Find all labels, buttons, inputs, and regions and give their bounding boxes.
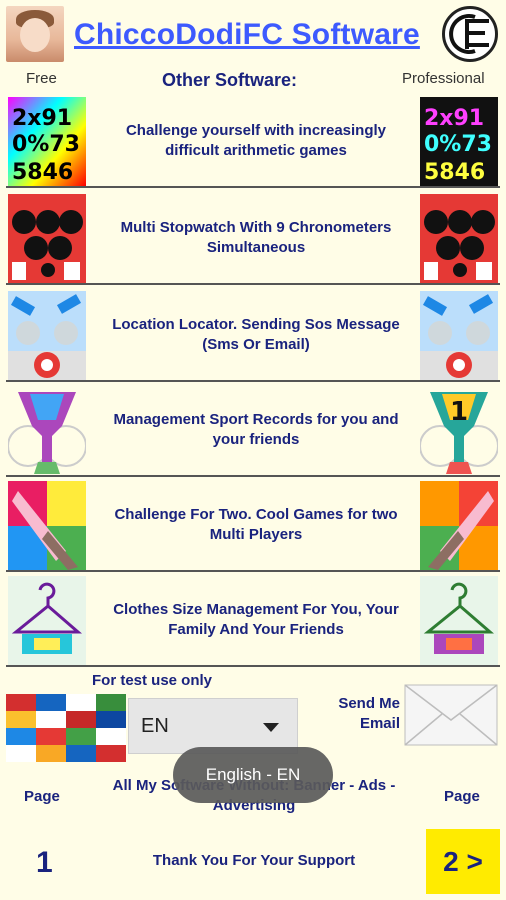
stopwatch-icon[interactable] [8, 194, 86, 283]
hanger-icon[interactable] [8, 576, 86, 665]
app-row-two-players: Challenge For Two. Cool Games for two Mu… [6, 477, 500, 572]
numbers-icon[interactable]: 2x91 0%73 5846 [420, 97, 498, 186]
send-email-label[interactable]: Send Me Email [330, 694, 400, 734]
hanger-icon[interactable] [420, 576, 498, 665]
column-label-other-software: Other Software: [162, 70, 298, 90]
svg-text:0%73: 0%73 [12, 132, 80, 157]
trophy-icon[interactable]: 1 [420, 386, 498, 475]
app-description: Multi Stopwatch With 9 Chronometers Simu… [120, 218, 392, 256]
trophy-icon[interactable] [8, 386, 86, 475]
finger-icon[interactable] [8, 481, 86, 570]
page-label: Page [444, 788, 480, 805]
app-row-sport-records: Management Sport Records for you and you… [6, 382, 500, 477]
current-page-number: 1 [36, 846, 53, 879]
app-row-stopwatch: Multi Stopwatch With 9 Chronometers Simu… [6, 190, 500, 285]
app-row-arithmetic: 2x91 0%73 5846 Challenge yourself with i… [6, 93, 500, 188]
svg-text:5846: 5846 [12, 160, 73, 185]
thanks-message: Thank You For Your Support [152, 852, 356, 869]
satellite-icon[interactable] [8, 291, 86, 380]
chevron-down-icon [263, 723, 279, 732]
svg-text:2x91: 2x91 [424, 106, 484, 131]
svg-text:2x91: 2x91 [12, 106, 72, 131]
header: ChiccoDodiFC Software [0, 0, 506, 62]
app-row-location: Location Locator. Sending Sos Message (S… [6, 287, 500, 382]
language-toast: English - EN [173, 747, 333, 803]
finger-icon[interactable] [420, 481, 498, 570]
app-description: Management Sport Records for you and you… [113, 410, 399, 448]
column-label-professional: Professional [402, 70, 485, 87]
avatar [6, 6, 64, 62]
app-description: Challenge yourself with increasingly dif… [125, 121, 387, 159]
next-page-button[interactable]: 2 > [426, 829, 500, 894]
envelope-icon[interactable] [404, 684, 498, 746]
svg-text:5846: 5846 [424, 160, 485, 185]
stopwatch-icon[interactable] [420, 194, 498, 283]
page-label: Page [24, 788, 60, 805]
cfc-logo-icon [442, 6, 498, 62]
app-description: Challenge For Two. Cool Games for two Mu… [114, 505, 398, 543]
language-select[interactable]: EN [128, 698, 298, 754]
app-description: Location Locator. Sending Sos Message (S… [112, 315, 400, 353]
app-title[interactable]: ChiccoDodiFC Software [74, 18, 434, 52]
test-use-label: For test use only [92, 672, 213, 689]
language-select-value: EN [141, 715, 169, 737]
satellite-icon[interactable] [420, 291, 498, 380]
column-label-free: Free [26, 70, 57, 87]
numbers-icon[interactable]: 2x91 0%73 5846 [8, 97, 86, 186]
app-description: Clothes Size Management For You, Your Fa… [113, 600, 399, 638]
app-row-clothes-size: Clothes Size Management For You, Your Fa… [6, 572, 500, 667]
svg-text:1: 1 [450, 397, 468, 427]
flags-icon[interactable] [6, 694, 126, 762]
svg-text:0%73: 0%73 [424, 132, 492, 157]
